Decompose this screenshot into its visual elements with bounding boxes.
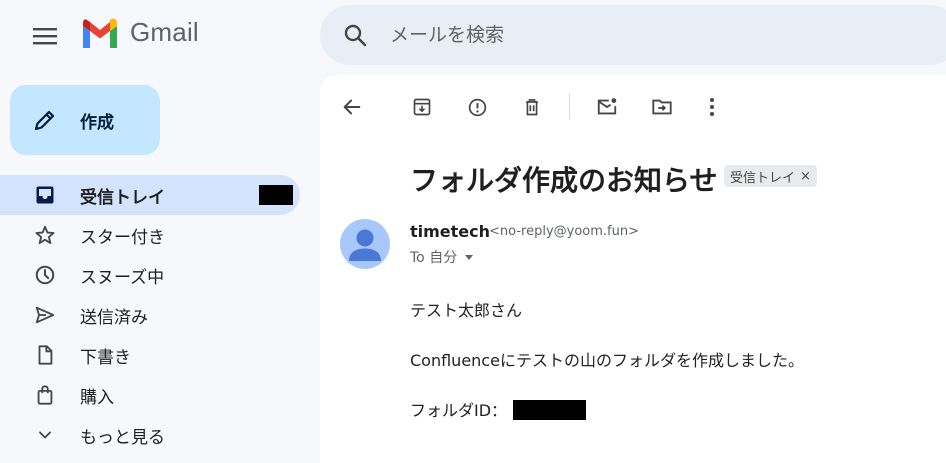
avatar[interactable] (340, 219, 390, 269)
compose-label: 作成 (80, 112, 114, 133)
shopping-bag-icon (34, 384, 56, 406)
star-icon (34, 224, 56, 246)
main-menu-button[interactable] (22, 22, 68, 50)
sidebar-item-inbox[interactable]: 受信トレイ (0, 175, 300, 215)
archive-icon[interactable] (408, 93, 436, 121)
more-vert-icon[interactable] (698, 93, 726, 121)
message-subject: フォルダ作成のお知らせ (410, 164, 718, 197)
compose-button[interactable]: 作成 (10, 85, 160, 155)
inbox-icon (34, 184, 56, 206)
send-icon (34, 304, 56, 326)
clock-icon (34, 264, 56, 286)
sidebar-item-label: スヌーズ中 (80, 267, 165, 288)
body-folder-id-line: フォルダID： (410, 397, 587, 421)
report-spam-icon[interactable] (463, 93, 491, 121)
unread-count-redacted (259, 185, 293, 205)
search-icon[interactable] (342, 22, 368, 48)
delete-icon[interactable] (518, 93, 546, 121)
gmail-m-icon (83, 18, 117, 48)
sidebar-item-label: もっと見る (80, 427, 165, 448)
sidebar-nav: 受信トレイ スター付き スヌーズ中 送信済み 下書き 購入 もっと見る (0, 175, 300, 455)
sidebar-item-drafts[interactable]: 下書き (0, 335, 300, 375)
sender-name: timetech (410, 222, 491, 241)
message-view: フォルダ作成のお知らせ 受信トレイ × timetech <no-reply@y… (320, 75, 946, 463)
search-input[interactable] (390, 24, 890, 46)
body-greeting: テスト太郎さん (410, 301, 523, 320)
sidebar-item-more[interactable]: もっと見る (0, 415, 300, 455)
recipient-label: To 自分 (410, 250, 458, 266)
folder-id-redacted (513, 400, 587, 420)
sidebar-item-sent[interactable]: 送信済み (0, 295, 300, 335)
body-line-1: Confluenceにテストの山のフォルダを作成しました。 (410, 351, 804, 370)
chevron-down-icon (34, 424, 56, 446)
recipient-details-toggle[interactable]: To 自分 (410, 247, 475, 267)
folder-id-label: フォルダID： (410, 401, 508, 420)
remove-label-icon[interactable]: × (800, 169, 811, 184)
sidebar-item-label: 下書き (80, 347, 131, 368)
sender-email: <no-reply@yoom.fun> (489, 224, 639, 239)
label-chip-text: 受信トレイ (730, 170, 796, 186)
sidebar-item-purchases[interactable]: 購入 (0, 375, 300, 415)
sidebar-item-label: 購入 (80, 387, 114, 408)
sidebar-item-starred[interactable]: スター付き (0, 215, 300, 255)
sidebar-item-label: スター付き (80, 227, 165, 248)
draft-icon (34, 344, 56, 366)
gmail-logo[interactable]: Gmail (80, 17, 199, 48)
search-bar[interactable] (320, 5, 946, 65)
sidebar-item-label: 受信トレイ (80, 187, 165, 208)
sidebar-item-label: 送信済み (80, 307, 148, 328)
app-name: Gmail (130, 17, 199, 47)
pencil-icon (32, 107, 58, 133)
mark-unread-icon[interactable] (593, 93, 621, 121)
back-arrow-icon[interactable] (338, 93, 366, 121)
caret-down-icon (465, 255, 474, 260)
move-to-icon[interactable] (648, 93, 676, 121)
message-toolbar (320, 75, 946, 135)
hamburger-menu-icon (33, 28, 57, 45)
sidebar-item-snoozed[interactable]: スヌーズ中 (0, 255, 300, 295)
person-icon (349, 229, 381, 261)
toolbar-divider (569, 93, 570, 119)
label-chip-inbox[interactable]: 受信トレイ × (724, 165, 817, 187)
